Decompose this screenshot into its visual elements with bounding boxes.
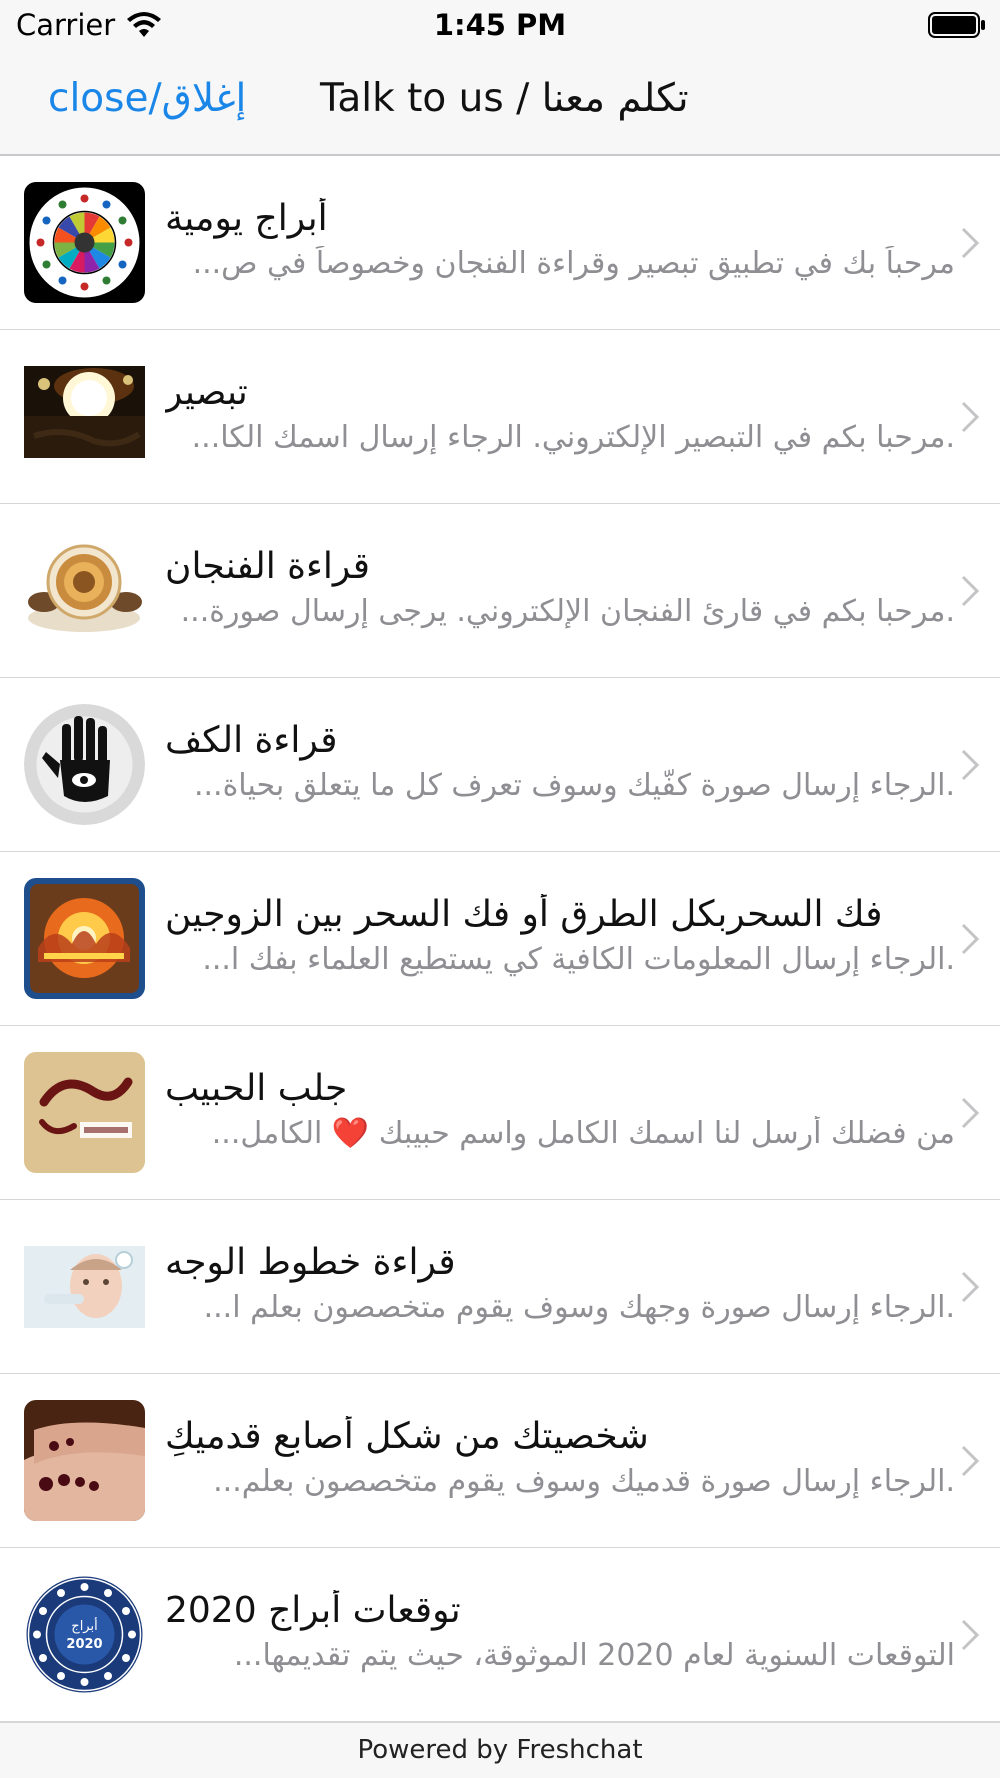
badge-line-1: أبراج: [71, 1617, 97, 1634]
item-subtitle: .مرحبا بكم في قارئ الفنجان الإلكتروني. ي…: [180, 594, 955, 629]
chevron-right-icon: [961, 923, 980, 955]
item-subtitle: .الرجاء إرسال صورة قدميك وسوف يقوم متخصص…: [213, 1464, 955, 1499]
list-item[interactable]: شخصيتك من شكل أصابع قدميكِ .الرجاء إرسال…: [0, 1374, 1000, 1548]
battery-icon: [928, 12, 985, 38]
item-subtitle: .الرجاء إرسال صورة وجهك وسوف يقوم متخصصو…: [203, 1290, 955, 1325]
crystal-ball-icon: [24, 356, 145, 477]
item-title: قراءة الكف: [165, 720, 338, 761]
powered-by-footer[interactable]: Powered by Freshchat: [0, 1722, 1000, 1778]
magic-fire-icon: [24, 878, 145, 999]
coffee-cup-icon: [24, 530, 145, 651]
palm-hand-icon: [24, 704, 145, 825]
item-subtitle: مرحباً بك في تطبيق تبصير وقراءة الفنجان …: [192, 246, 955, 281]
face-reading-icon: [24, 1226, 145, 1347]
chevron-right-icon: [961, 575, 980, 607]
item-subtitle: .الرجاء إرسال المعلومات الكافية كي يستطي…: [202, 942, 955, 977]
badge-line-2: 2020: [66, 1637, 102, 1652]
feet-icon: [24, 1400, 145, 1521]
item-title: شخصيتك من شكل أصابع قدميكِ: [165, 1416, 649, 1457]
chevron-right-icon: [961, 749, 980, 781]
chevron-right-icon: [961, 1445, 980, 1477]
list-item[interactable]: فك السحربكل الطرق أو فك السحر بين الزوجي…: [0, 852, 1000, 1026]
item-title: أبراج يومية: [165, 198, 328, 239]
item-subtitle: .مرحبا بكم في التبصير الإلكتروني. الرجاء…: [191, 420, 955, 455]
list-item[interactable]: قراءة الكف .الرجاء إرسال صورة كفّيك وسوف…: [0, 678, 1000, 852]
item-title: قراءة الفنجان: [165, 546, 370, 587]
item-subtitle: من فضلك أرسل لنا اسمك الكامل واسم حبيبك …: [211, 1116, 955, 1151]
status-time: 1:45 PM: [433, 8, 567, 42]
chevron-right-icon: [961, 1619, 980, 1651]
horoscope-2020-icon: أبراج 2020: [24, 1574, 145, 1695]
item-title: فك السحربكل الطرق أو فك السحر بين الزوجي…: [165, 894, 883, 935]
item-title: توقعات أبراج 2020: [165, 1590, 461, 1631]
list-item[interactable]: تبصير .مرحبا بكم في التبصير الإلكتروني. …: [0, 330, 1000, 504]
chevron-right-icon: [961, 227, 980, 259]
item-title: تبصير: [165, 372, 248, 413]
list-item[interactable]: أبراج 2020 توقعات أبراج 2020 التوقعات ال…: [0, 1548, 1000, 1722]
chevron-right-icon: [961, 1271, 980, 1303]
list-item[interactable]: قراءة خطوط الوجه .الرجاء إرسال صورة وجهك…: [0, 1200, 1000, 1374]
item-title: قراءة خطوط الوجه: [165, 1242, 456, 1283]
list-item[interactable]: قراءة الفنجان .مرحبا بكم في قارئ الفنجان…: [0, 504, 1000, 678]
list-item[interactable]: أبراج يومية مرحباً بك في تطبيق تبصير وقر…: [0, 156, 1000, 330]
chevron-right-icon: [961, 401, 980, 433]
zodiac-wheel-icon: [24, 182, 145, 303]
close-button[interactable]: close/إغلاق: [48, 76, 246, 121]
list-item[interactable]: جلب الحبيب من فضلك أرسل لنا اسمك الكامل …: [0, 1026, 1000, 1200]
chevron-right-icon: [961, 1097, 980, 1129]
status-bar: Carrier 1:45 PM: [0, 0, 1000, 50]
beloved-calligraphy-icon: [24, 1052, 145, 1173]
topic-list: أبراج يومية مرحباً بك في تطبيق تبصير وقر…: [0, 156, 1000, 1722]
item-title: جلب الحبيب: [165, 1068, 348, 1109]
item-subtitle: .الرجاء إرسال صورة كفّيك وسوف تعرف كل ما…: [193, 768, 955, 803]
page-title: Talk to us / تكلم معنا: [320, 76, 689, 121]
navigation-bar: close/إغلاق Talk to us / تكلم معنا: [0, 50, 1000, 156]
item-subtitle: التوقعات السنوية لعام 2020 الموثوقة، حيث…: [233, 1638, 955, 1673]
